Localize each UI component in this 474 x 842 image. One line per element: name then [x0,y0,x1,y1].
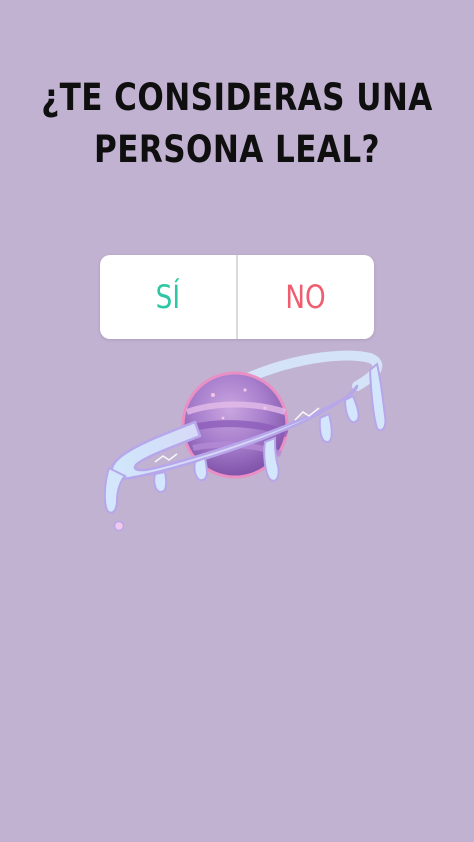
story-screen: ¿TE CONSIDERAS UNA PERSONA LEAL? SÍ NO [0,0,474,842]
poll-option-yes-label: SÍ [155,278,181,316]
question-line-1: ¿TE CONSIDERAS UNA [41,76,433,119]
poll-sticker: SÍ NO [100,255,374,339]
poll-option-yes[interactable]: SÍ [100,255,236,339]
question-line-2: PERSONA LEAL? [93,128,381,171]
poll-option-no-label: NO [285,278,327,316]
question-title: ¿TE CONSIDERAS UNA PERSONA LEAL? [38,72,436,176]
planet-sticker-icon [103,350,387,532]
poll-option-no[interactable]: NO [238,255,374,339]
